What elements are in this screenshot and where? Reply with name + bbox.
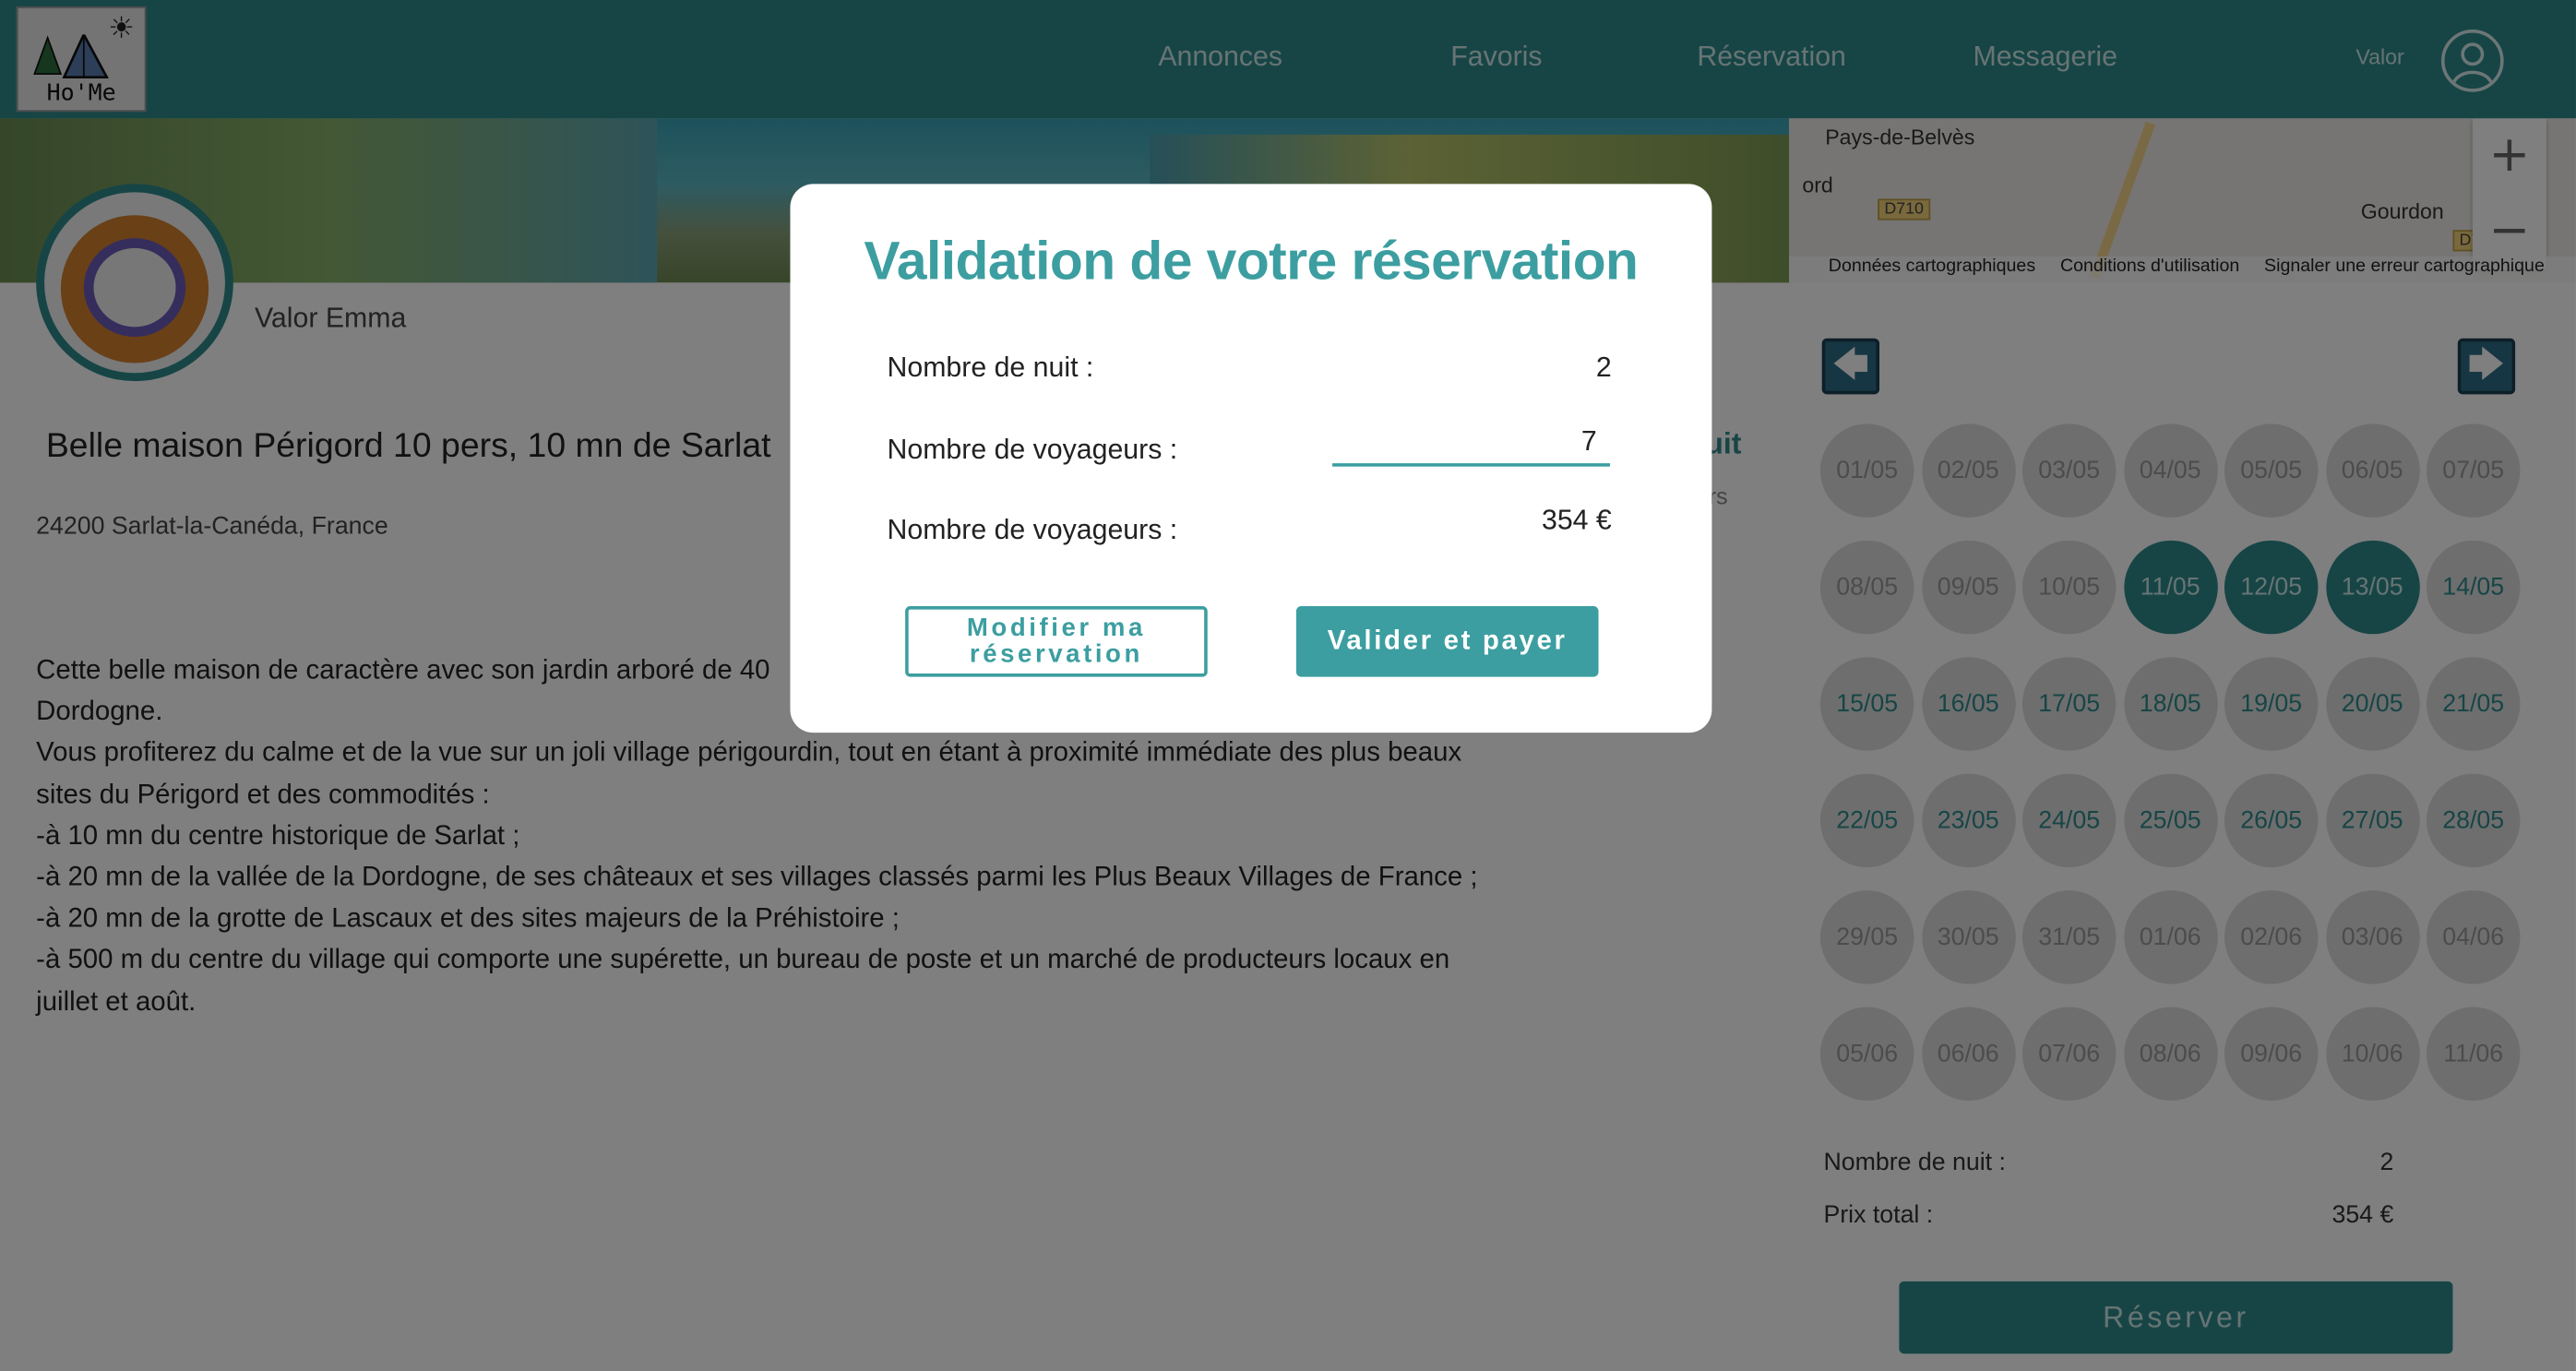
modal-nights-label: Nombre de nuit : bbox=[887, 352, 1094, 383]
reservation-validation-modal: Validation de votre réservation Nombre d… bbox=[790, 184, 1712, 733]
modal-travelers-label: Nombre de voyageurs : bbox=[887, 434, 1178, 465]
travelers-input[interactable] bbox=[1332, 420, 1610, 467]
modal-price-value: 354 € bbox=[1542, 504, 1612, 536]
validate-and-pay-button[interactable]: Valider et payer bbox=[1295, 606, 1599, 677]
modal-price-label: Nombre de voyageurs : bbox=[887, 514, 1178, 546]
modify-reservation-button[interactable]: Modifier ma réservation bbox=[905, 606, 1208, 677]
modal-title: Validation de votre réservation bbox=[864, 230, 1639, 292]
modal-nights-value: 2 bbox=[1595, 352, 1612, 383]
